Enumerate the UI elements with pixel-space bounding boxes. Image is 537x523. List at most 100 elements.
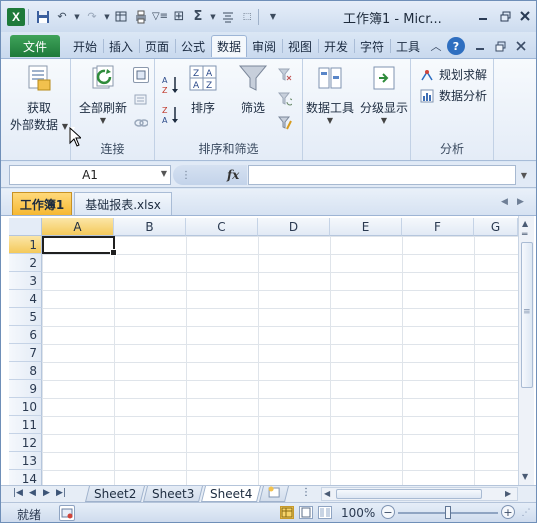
row-header[interactable]: 3 xyxy=(9,272,42,290)
tab-view[interactable]: 视图 xyxy=(283,35,317,57)
get-external-data-button[interactable]: 获取 外部数据 ▼ xyxy=(10,63,68,133)
sort-ascending-icon[interactable]: AZ xyxy=(161,75,181,95)
row-header[interactable]: 2 xyxy=(9,254,42,272)
row-header[interactable]: 7 xyxy=(9,344,42,362)
close-icon[interactable] xyxy=(515,7,535,25)
select-all-corner[interactable] xyxy=(9,218,42,236)
zoom-level[interactable]: 100% xyxy=(341,506,375,520)
zoom-out-icon[interactable]: − xyxy=(381,505,395,519)
zoom-slider[interactable] xyxy=(398,506,498,519)
horizontal-scrollbar[interactable]: ◀ ▶ xyxy=(321,487,518,501)
scroll-left-icon[interactable]: ◀ xyxy=(324,489,330,498)
active-cell[interactable] xyxy=(42,236,117,256)
tab-page[interactable]: 页面 xyxy=(140,35,174,57)
prev-sheet-icon[interactable]: ◀ xyxy=(29,488,36,498)
row-header[interactable]: 1 xyxy=(9,236,42,254)
sum-dropdown-icon[interactable]: ▼ xyxy=(209,9,217,25)
reapply-icon[interactable] xyxy=(277,91,293,107)
vertical-scroll-thumb[interactable] xyxy=(521,242,533,388)
name-box[interactable]: A1 ▼ xyxy=(9,165,171,185)
format-painter-icon[interactable] xyxy=(114,9,130,25)
border-icon[interactable]: ⊞ xyxy=(171,9,187,25)
row-header[interactable]: 13 xyxy=(9,452,42,470)
row-header[interactable]: 14 xyxy=(9,470,42,485)
doc-restore-icon[interactable] xyxy=(491,37,509,55)
outline-button[interactable]: 分级显示 ▼ xyxy=(357,63,411,125)
align-icon[interactable] xyxy=(220,9,236,25)
row-header[interactable]: 10 xyxy=(9,398,42,416)
help-icon[interactable]: ? xyxy=(447,37,465,55)
column-header[interactable]: A xyxy=(42,218,114,236)
column-header[interactable]: G xyxy=(474,218,518,236)
undo-icon[interactable]: ↶ xyxy=(54,9,70,25)
splitter-handle-icon[interactable]: ⋮ xyxy=(181,170,191,181)
tab-review[interactable]: 审阅 xyxy=(247,35,281,57)
zoom-in-icon[interactable]: + xyxy=(501,505,515,519)
split-handle-icon[interactable]: ═ xyxy=(522,230,527,240)
column-header[interactable]: C xyxy=(186,218,258,236)
scroll-right-icon[interactable]: ▶ xyxy=(505,489,511,498)
workbook-tab-report[interactable]: 基础报表.xlsx xyxy=(74,192,172,215)
tab-formulas[interactable]: 公式 xyxy=(176,35,210,57)
redo-icon[interactable]: ↷ xyxy=(84,9,100,25)
page-layout-view-icon[interactable] xyxy=(299,506,313,519)
next-sheet-icon[interactable]: ▶ xyxy=(43,488,50,498)
row-header[interactable]: 5 xyxy=(9,308,42,326)
filter-icon[interactable]: ▽≡ xyxy=(152,9,168,25)
sheet-tab-sheet4[interactable]: Sheet4 xyxy=(201,486,261,502)
macro-record-icon[interactable] xyxy=(59,505,75,521)
page-break-view-icon[interactable] xyxy=(318,506,332,519)
tab-file[interactable]: 文件 xyxy=(10,35,60,57)
solver-button[interactable]: 规划求解 xyxy=(419,66,487,83)
tab-split-handle-icon[interactable]: ⋮ xyxy=(301,487,311,498)
expand-formula-icon[interactable]: ▼ xyxy=(517,165,531,185)
sort-descending-icon[interactable]: ZA xyxy=(161,105,181,125)
print-preview-icon[interactable] xyxy=(133,9,149,25)
row-header[interactable]: 4 xyxy=(9,290,42,308)
undo-dropdown-icon[interactable]: ▼ xyxy=(73,9,81,25)
connections-icon[interactable] xyxy=(133,67,149,83)
customize-qa-icon[interactable]: ▼ xyxy=(265,9,281,25)
tab-developer[interactable]: 开发 xyxy=(319,35,353,57)
sort-button[interactable]: ZAAZ 排序 xyxy=(185,63,221,116)
tab-tools[interactable]: 工具 xyxy=(391,35,425,57)
number-format-icon[interactable]: ⬚ xyxy=(239,9,255,25)
formula-input[interactable] xyxy=(248,165,516,185)
save-icon[interactable] xyxy=(35,9,51,25)
workbook-prev-icon[interactable]: ◀ xyxy=(501,197,508,207)
tab-insert[interactable]: 插入 xyxy=(104,35,138,57)
insert-sheet-button[interactable] xyxy=(259,486,289,502)
cell-area[interactable] xyxy=(42,236,518,485)
normal-view-icon[interactable] xyxy=(280,506,294,519)
row-header[interactable]: 12 xyxy=(9,434,42,452)
worksheet-grid[interactable]: ABCDEFG 1234567891011121314 ▲ ═ ▼ xyxy=(1,216,536,485)
tab-data[interactable]: 数据 xyxy=(211,35,247,57)
row-header[interactable]: 6 xyxy=(9,326,42,344)
doc-minimize-icon[interactable] xyxy=(471,37,489,55)
scroll-down-icon[interactable]: ▼ xyxy=(522,472,528,481)
excel-app-icon[interactable]: X xyxy=(7,7,25,26)
filter-button[interactable]: 筛选 xyxy=(233,63,273,116)
edit-links-icon[interactable] xyxy=(133,115,149,131)
minimize-icon[interactable] xyxy=(473,7,493,25)
tab-characters[interactable]: 字符 xyxy=(355,35,389,57)
restore-icon[interactable] xyxy=(495,7,515,25)
sheet-tab-sheet3[interactable]: Sheet3 xyxy=(143,486,203,502)
zoom-slider-knob[interactable] xyxy=(445,506,451,519)
sum-icon[interactable]: Σ xyxy=(190,9,206,25)
row-header[interactable]: 9 xyxy=(9,380,42,398)
doc-close-icon[interactable] xyxy=(512,37,530,55)
data-tools-button[interactable]: 数据工具 ▼ xyxy=(303,63,357,125)
tab-home[interactable]: 开始 xyxy=(68,35,102,57)
first-sheet-icon[interactable]: |◀ xyxy=(13,488,23,498)
column-header[interactable]: E xyxy=(330,218,402,236)
refresh-all-button[interactable]: 全部刷新 ▼ xyxy=(75,63,131,125)
workbook-tab-active[interactable]: 工作簿1 xyxy=(12,192,72,215)
resize-grip-icon[interactable]: ⋰ xyxy=(520,507,532,519)
clear-filter-icon[interactable] xyxy=(277,67,293,83)
chevron-down-icon[interactable]: ▼ xyxy=(161,169,167,178)
row-header[interactable]: 8 xyxy=(9,362,42,380)
workbook-next-icon[interactable]: ▶ xyxy=(517,197,524,207)
vertical-scrollbar[interactable]: ▲ ═ ▼ xyxy=(518,216,534,485)
row-header[interactable]: 11 xyxy=(9,416,42,434)
